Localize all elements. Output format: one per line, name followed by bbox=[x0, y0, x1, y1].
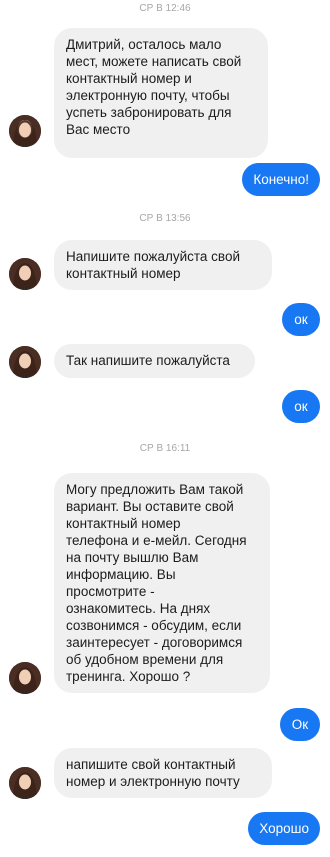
timestamp: СР В 13:56 bbox=[139, 213, 191, 224]
outgoing-message[interactable]: Конечно! bbox=[242, 163, 320, 196]
incoming-message[interactable]: Так напишите пожалуйста bbox=[54, 344, 255, 378]
contact-avatar[interactable] bbox=[9, 346, 41, 378]
incoming-message[interactable]: Дмитрий, осталось мало мест, можете напи… bbox=[54, 28, 268, 158]
incoming-message[interactable]: Могу предложить Вам такой вариант. Вы ос… bbox=[54, 473, 270, 693]
timestamp: СР В 16:11 bbox=[139, 443, 191, 454]
avatar-photo-icon bbox=[9, 767, 41, 799]
outgoing-message[interactable]: ок bbox=[282, 390, 320, 423]
contact-avatar[interactable] bbox=[9, 258, 41, 290]
contact-avatar[interactable] bbox=[9, 662, 41, 694]
avatar-photo-icon bbox=[9, 662, 41, 694]
outgoing-message[interactable]: Хорошо bbox=[248, 812, 320, 845]
outgoing-message[interactable]: Ок bbox=[280, 708, 320, 741]
avatar-photo-icon bbox=[9, 346, 41, 378]
incoming-message[interactable]: напишите свой контактный номер и электро… bbox=[54, 748, 272, 798]
contact-avatar[interactable] bbox=[9, 115, 41, 147]
avatar-photo-icon bbox=[9, 258, 41, 290]
outgoing-message[interactable]: ок bbox=[282, 303, 320, 336]
avatar-photo-icon bbox=[9, 115, 41, 147]
contact-avatar[interactable] bbox=[9, 767, 41, 799]
timestamp: СР В 12:46 bbox=[139, 3, 191, 14]
incoming-message[interactable]: Напишите пожалуйста свой контактный номе… bbox=[54, 240, 272, 290]
